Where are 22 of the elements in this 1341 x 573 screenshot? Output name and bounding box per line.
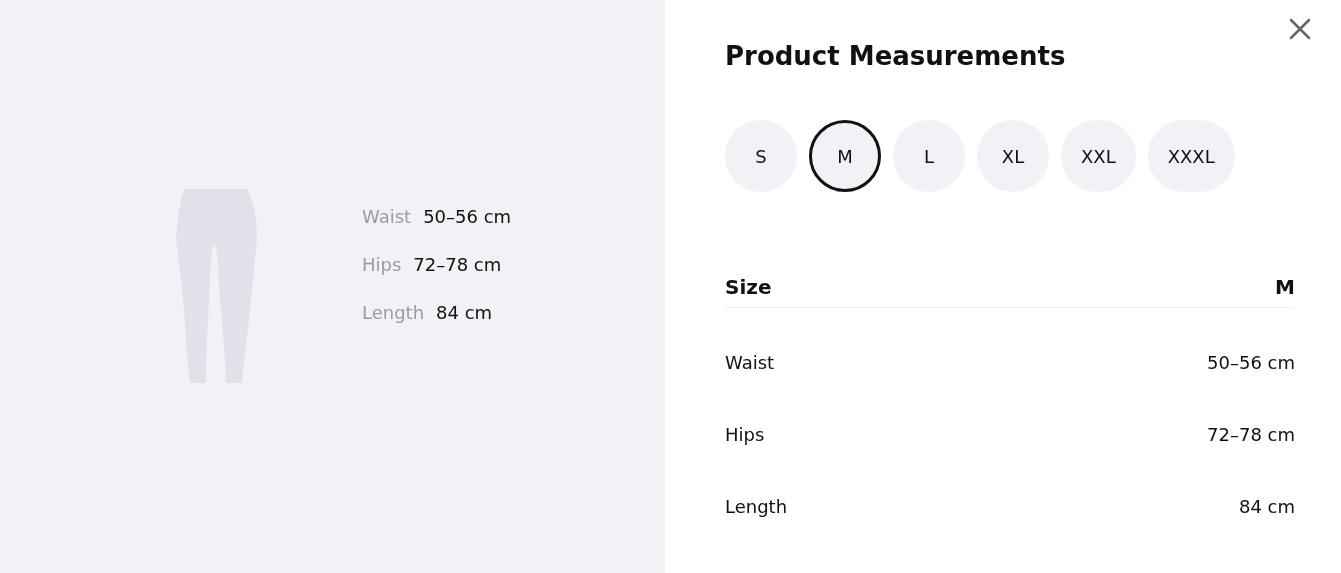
size-option[interactable]: L: [893, 120, 965, 192]
measurement-label: Hips: [362, 252, 402, 277]
measurement-value: 84 cm: [1238, 494, 1295, 519]
measurement-name: Waist: [725, 350, 775, 375]
size-header-value: M: [1275, 273, 1295, 301]
size-header-label: Size: [725, 273, 772, 301]
measurement-value: 50–56 cm: [1207, 350, 1295, 375]
size-option[interactable]: XXXL: [1147, 120, 1235, 192]
measurement-value: 72–78 cm: [413, 252, 502, 277]
close-icon: [1289, 18, 1311, 40]
measurement-value: 84 cm: [436, 300, 493, 325]
size-option[interactable]: XXL: [1061, 120, 1136, 192]
measurement-value: 50–56 cm: [423, 204, 512, 229]
measurement-label: Length: [362, 300, 425, 325]
measurement-name: Hips: [725, 422, 765, 447]
size-option[interactable]: M: [809, 120, 881, 192]
measurement-name: Length: [725, 494, 788, 519]
size-option[interactable]: XL: [977, 120, 1049, 192]
panel-title: Product Measurements: [725, 40, 1067, 73]
size-option[interactable]: S: [725, 120, 797, 192]
measurement-value: 72–78 cm: [1207, 422, 1295, 447]
measurement-label: Waist: [362, 204, 412, 229]
